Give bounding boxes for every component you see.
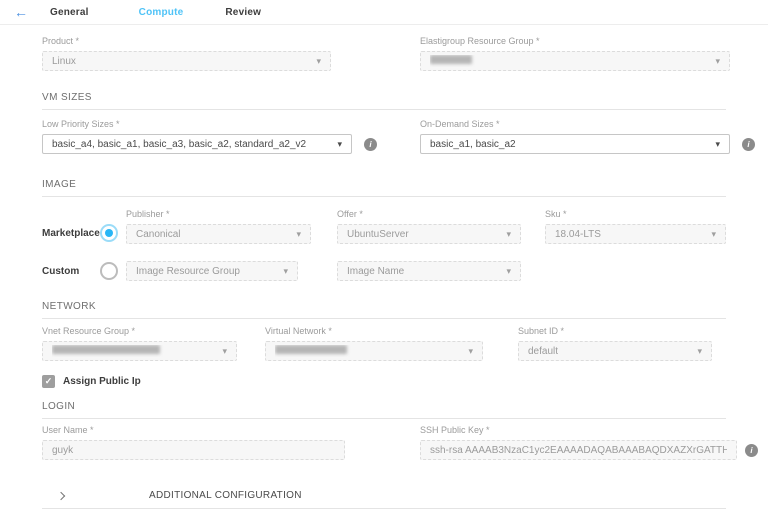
chevron-down-icon: ▾ (715, 57, 720, 66)
virtual-network-select[interactable]: ▾ (265, 341, 483, 361)
low-priority-sizes-select[interactable]: basic_a4, basic_a1, basic_a3, basic_a2, … (42, 134, 352, 154)
wizard-top-bar: ← General Compute Review (0, 0, 768, 25)
vnet-resource-group-label: Vnet Resource Group * (42, 326, 237, 337)
ssh-public-key-label: SSH Public Key * (420, 425, 737, 436)
image-name-select[interactable]: Image Name ▾ (337, 261, 521, 281)
product-label: Product * (42, 36, 331, 47)
chevron-down-icon: ▾ (222, 347, 227, 356)
additional-configuration-toggle[interactable]: ADDITIONAL CONFIGURATION (42, 490, 726, 501)
sku-label: Sku * (545, 209, 726, 220)
tab-compute[interactable]: Compute (139, 7, 184, 18)
ssh-public-key-input[interactable]: ssh-rsa AAAAB3NzaC1yc2EAAAADAQABAAABAQDX… (420, 440, 737, 460)
tab-review[interactable]: Review (225, 7, 261, 18)
redacted-value (52, 345, 160, 354)
sku-value: 18.04-LTS (555, 229, 703, 240)
virtual-network-value (275, 345, 460, 357)
user-name-label: User Name * (42, 425, 345, 436)
assign-public-ip-label: Assign Public Ip (63, 376, 141, 387)
chevron-down-icon: ▾ (715, 140, 720, 149)
radio-dot (105, 229, 113, 237)
subnet-id-label: Subnet ID * (518, 326, 712, 337)
offer-select[interactable]: UbuntuServer ▾ (337, 224, 521, 244)
divider (42, 196, 726, 197)
redacted-value (430, 55, 472, 64)
chevron-down-icon: ▾ (283, 267, 288, 276)
divider (42, 418, 726, 419)
vnet-resource-group-value (52, 345, 214, 357)
custom-label: Custom (42, 266, 100, 277)
virtual-network-label: Virtual Network * (265, 326, 483, 337)
publisher-label: Publisher * (126, 209, 311, 220)
chevron-down-icon: ▾ (697, 347, 702, 356)
publisher-select[interactable]: Canonical ▾ (126, 224, 311, 244)
chevron-down-icon: ▾ (506, 230, 511, 239)
additional-configuration-label: ADDITIONAL CONFIGURATION (149, 490, 302, 501)
redacted-value (275, 345, 347, 354)
section-title-vm-sizes: VM SIZES (42, 92, 726, 104)
low-priority-sizes-label: Low Priority Sizes * (42, 119, 352, 130)
section-title-network: NETWORK (42, 301, 726, 313)
marketplace-radio[interactable] (100, 224, 118, 242)
product-select[interactable]: Linux ▾ (42, 51, 331, 71)
ssh-key-info-icon[interactable]: i (745, 444, 758, 457)
vnet-resource-group-select[interactable]: ▾ (42, 341, 237, 361)
elastigroup-resource-group-select[interactable]: ▾ (420, 51, 730, 71)
chevron-down-icon: ▾ (296, 230, 301, 239)
on-demand-sizes-select[interactable]: basic_a1, basic_a2 ▾ (420, 134, 730, 154)
tab-general[interactable]: General (50, 7, 89, 18)
custom-radio[interactable] (100, 262, 118, 280)
offer-value: UbuntuServer (347, 229, 498, 240)
assign-public-ip-checkbox[interactable]: ✓ (42, 375, 55, 388)
product-value: Linux (52, 56, 308, 67)
user-name-input[interactable]: guyk (42, 440, 345, 460)
section-title-image: IMAGE (42, 179, 726, 191)
back-button[interactable]: ← (14, 5, 28, 19)
subnet-id-value: default (528, 346, 689, 357)
elastigroup-resource-group-label: Elastigroup Resource Group * (420, 36, 730, 47)
ssh-public-key-value: ssh-rsa AAAAB3NzaC1yc2EAAAADAQABAAABAQDX… (430, 445, 727, 456)
sku-select[interactable]: 18.04-LTS ▾ (545, 224, 726, 244)
chevron-down-icon: ▾ (506, 267, 511, 276)
low-priority-info-icon[interactable]: i (364, 138, 377, 151)
elastigroup-resource-group-value (430, 55, 707, 67)
chevron-down-icon: ▾ (468, 347, 473, 356)
low-priority-sizes-value: basic_a4, basic_a1, basic_a3, basic_a2, … (52, 139, 329, 150)
chevron-down-icon: ▾ (711, 230, 716, 239)
subnet-id-select[interactable]: default ▾ (518, 341, 712, 361)
marketplace-label: Marketplace (42, 228, 100, 239)
chevron-down-icon: ▾ (316, 57, 321, 66)
offer-label: Offer * (337, 209, 521, 220)
image-resource-group-select[interactable]: Image Resource Group ▾ (126, 261, 298, 281)
publisher-value: Canonical (136, 229, 288, 240)
on-demand-info-icon[interactable]: i (742, 138, 755, 151)
image-name-placeholder: Image Name (347, 266, 498, 277)
on-demand-sizes-value: basic_a1, basic_a2 (430, 139, 707, 150)
chevron-down-icon: ▾ (337, 140, 342, 149)
divider (42, 318, 726, 319)
image-resource-group-placeholder: Image Resource Group (136, 266, 275, 277)
expand-chevron-icon (57, 491, 65, 499)
divider (42, 109, 726, 110)
section-title-login: LOGIN (42, 401, 726, 413)
on-demand-sizes-label: On-Demand Sizes * (420, 119, 730, 130)
user-name-value: guyk (52, 445, 335, 456)
